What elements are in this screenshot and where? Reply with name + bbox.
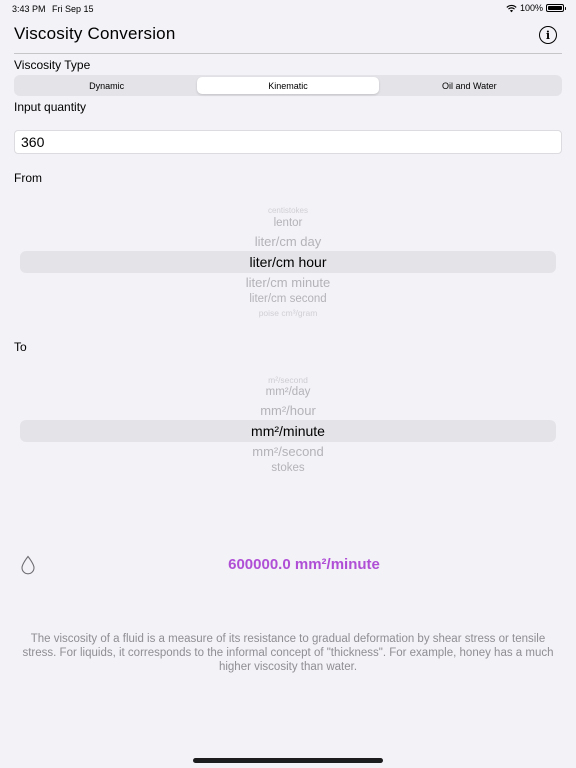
header-divider xyxy=(14,53,562,54)
to-picker-item[interactable]: mm²/hour xyxy=(20,403,556,418)
info-circle-icon: i xyxy=(545,28,551,42)
segment-dynamic[interactable]: Dynamic xyxy=(16,77,197,94)
to-picker-item[interactable]: mm²/day xyxy=(20,386,556,398)
from-picker-item[interactable]: liter/cm second xyxy=(20,293,556,305)
input-quantity-label: Input quantity xyxy=(14,100,87,114)
from-picker-item-selected[interactable]: liter/cm hour xyxy=(20,254,556,270)
to-label: To xyxy=(14,340,27,354)
to-picker-item[interactable]: stokes xyxy=(20,462,556,474)
viscosity-description: The viscosity of a fluid is a measure of… xyxy=(22,633,554,673)
from-picker-item[interactable]: liter/cm day xyxy=(20,234,556,249)
from-unit-picker[interactable]: centistokes lentor liter/cm day liter/cm… xyxy=(20,201,556,321)
to-unit-picker[interactable]: m²/second mm²/day mm²/hour mm²/minute mm… xyxy=(20,370,556,480)
home-indicator[interactable] xyxy=(193,758,383,763)
segment-oil-and-water[interactable]: Oil and Water xyxy=(379,77,560,94)
page-title: Viscosity Conversion xyxy=(14,24,176,43)
info-button[interactable]: i xyxy=(539,26,557,44)
from-label: From xyxy=(14,171,42,185)
battery-level xyxy=(548,6,562,10)
from-picker-item[interactable]: lentor xyxy=(20,217,556,229)
to-picker-item[interactable]: m²/second xyxy=(20,375,556,385)
viscosity-type-label: Viscosity Type xyxy=(14,58,91,72)
segment-kinematic[interactable]: Kinematic xyxy=(197,77,379,94)
from-picker-item[interactable]: centistokes xyxy=(20,206,556,215)
from-picker-item[interactable]: poise cm³/gram xyxy=(20,308,556,318)
from-picker-item[interactable]: liter/cm minute xyxy=(20,275,556,290)
input-quantity-field[interactable]: 360 xyxy=(14,130,562,154)
conversion-result: 600000.0 mm²/minute xyxy=(228,556,380,573)
status-bar: 3:43 PM Fri Sep 15 100% xyxy=(0,0,576,18)
status-time: 3:43 PM xyxy=(12,4,46,14)
to-picker-item-selected[interactable]: mm²/minute xyxy=(20,423,556,439)
battery-icon xyxy=(546,4,566,12)
battery-percent: 100% xyxy=(519,3,543,13)
status-date: Fri Sep 15 xyxy=(52,4,94,14)
viscosity-type-segmented-control[interactable]: Dynamic Kinematic Oil and Water xyxy=(14,75,562,96)
status-indicators: 100% xyxy=(506,3,566,13)
wifi-icon xyxy=(506,4,517,12)
to-picker-item[interactable]: mm²/second xyxy=(20,444,556,459)
